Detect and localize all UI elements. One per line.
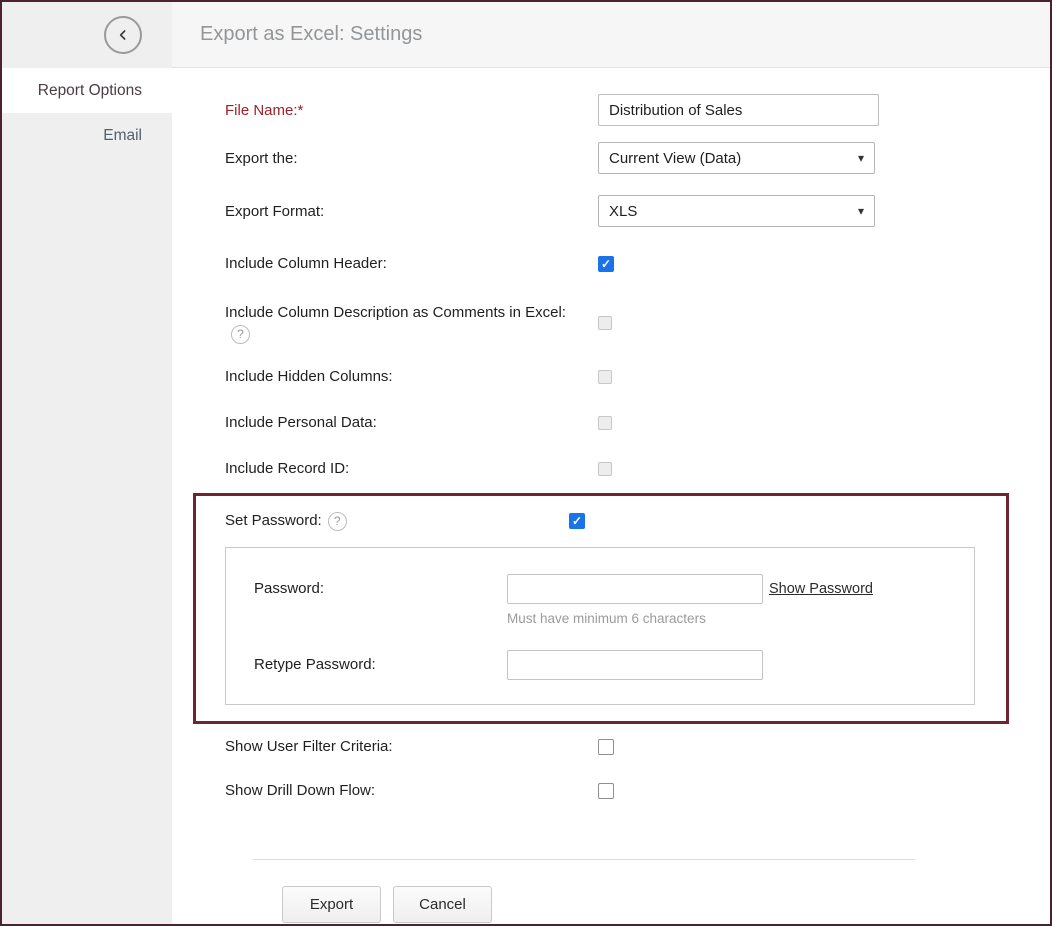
set-password-label-text: Set Password: [225, 512, 322, 529]
retype-password-input[interactable] [507, 650, 763, 680]
export-the-selected-value: Current View (Data) [609, 150, 741, 167]
include-column-header-checkbox[interactable] [598, 256, 614, 272]
password-row: Password: Must have minimum 6 characters… [254, 574, 974, 626]
set-password-checkbox[interactable] [569, 513, 585, 529]
include-personal-data-row: Include Personal Data: [225, 412, 1050, 433]
set-password-highlight-box: Set Password:? Password: Must have minim… [193, 493, 1009, 724]
action-buttons: Export Cancel [282, 886, 1050, 923]
main-panel: Export as Excel: Settings File Name:* Ex… [172, 2, 1050, 924]
show-user-filter-criteria-row: Show User Filter Criteria: [225, 736, 1050, 757]
set-password-label: Set Password:? [225, 510, 569, 531]
password-input[interactable] [507, 574, 763, 604]
cancel-button[interactable]: Cancel [393, 886, 492, 923]
file-name-label: File Name:* [225, 100, 598, 121]
show-user-filter-criteria-checkbox[interactable] [598, 739, 614, 755]
retype-password-row: Retype Password: [254, 650, 974, 680]
include-record-id-checkbox[interactable] [598, 462, 612, 476]
include-record-id-label: Include Record ID: [225, 458, 598, 479]
include-record-id-row: Include Record ID: [225, 458, 1050, 479]
export-the-row: Export the: Current View (Data) ▾ [225, 142, 1050, 174]
show-password-link[interactable]: Show Password [769, 574, 873, 597]
include-column-description-label: Include Column Description as Comments i… [225, 302, 598, 344]
export-the-label: Export the: [225, 148, 598, 169]
include-personal-data-checkbox[interactable] [598, 416, 612, 430]
help-icon[interactable]: ? [328, 512, 347, 531]
header: Export as Excel: Settings [172, 2, 1050, 68]
include-column-description-row: Include Column Description as Comments i… [225, 302, 1050, 344]
password-hint: Must have minimum 6 characters [507, 611, 763, 626]
settings-form: File Name:* Export the: Current View (Da… [172, 68, 1050, 924]
export-the-select[interactable]: Current View (Data) ▾ [598, 142, 875, 174]
show-user-filter-criteria-label: Show User Filter Criteria: [225, 736, 598, 757]
export-format-selected-value: XLS [609, 203, 637, 220]
include-hidden-columns-checkbox[interactable] [598, 370, 612, 384]
include-personal-data-label: Include Personal Data: [225, 412, 598, 433]
export-format-select[interactable]: XLS ▾ [598, 195, 875, 227]
include-column-description-checkbox[interactable] [598, 316, 612, 330]
divider [253, 859, 915, 860]
set-password-row: Set Password:? [225, 510, 976, 531]
chevron-down-icon: ▾ [858, 151, 864, 165]
retype-password-label: Retype Password: [254, 650, 507, 673]
file-name-row: File Name:* [225, 94, 1050, 126]
include-hidden-columns-label: Include Hidden Columns: [225, 366, 598, 387]
show-drill-down-flow-checkbox[interactable] [598, 783, 614, 799]
sidebar-item-label: Email [103, 127, 142, 145]
back-button[interactable] [104, 16, 142, 54]
chevron-down-icon: ▾ [858, 204, 864, 218]
password-panel: Password: Must have minimum 6 characters… [225, 547, 975, 705]
sidebar-item-report-options[interactable]: Report Options [2, 68, 172, 113]
help-icon[interactable]: ? [231, 325, 250, 344]
export-format-row: Export Format: XLS ▾ [225, 195, 1050, 227]
password-label: Password: [254, 574, 507, 597]
chevron-left-icon [115, 27, 131, 43]
password-input-group: Must have minimum 6 characters [507, 574, 763, 626]
include-column-header-row: Include Column Header: [225, 253, 1050, 274]
show-drill-down-flow-row: Show Drill Down Flow: [225, 780, 1050, 801]
include-column-description-label-text: Include Column Description as Comments i… [225, 304, 566, 321]
include-hidden-columns-row: Include Hidden Columns: [225, 366, 1050, 387]
include-column-header-label: Include Column Header: [225, 253, 598, 274]
sidebar-top [2, 2, 172, 68]
sidebar-item-email[interactable]: Email [2, 113, 172, 158]
export-settings-window: Report Options Email Export as Excel: Se… [0, 0, 1052, 926]
show-drill-down-flow-label: Show Drill Down Flow: [225, 780, 598, 801]
file-name-input[interactable] [598, 94, 879, 126]
sidebar-item-label: Report Options [38, 82, 142, 100]
export-format-label: Export Format: [225, 201, 598, 222]
export-button[interactable]: Export [282, 886, 381, 923]
sidebar: Report Options Email [2, 2, 172, 924]
page-title: Export as Excel: Settings [200, 23, 422, 46]
